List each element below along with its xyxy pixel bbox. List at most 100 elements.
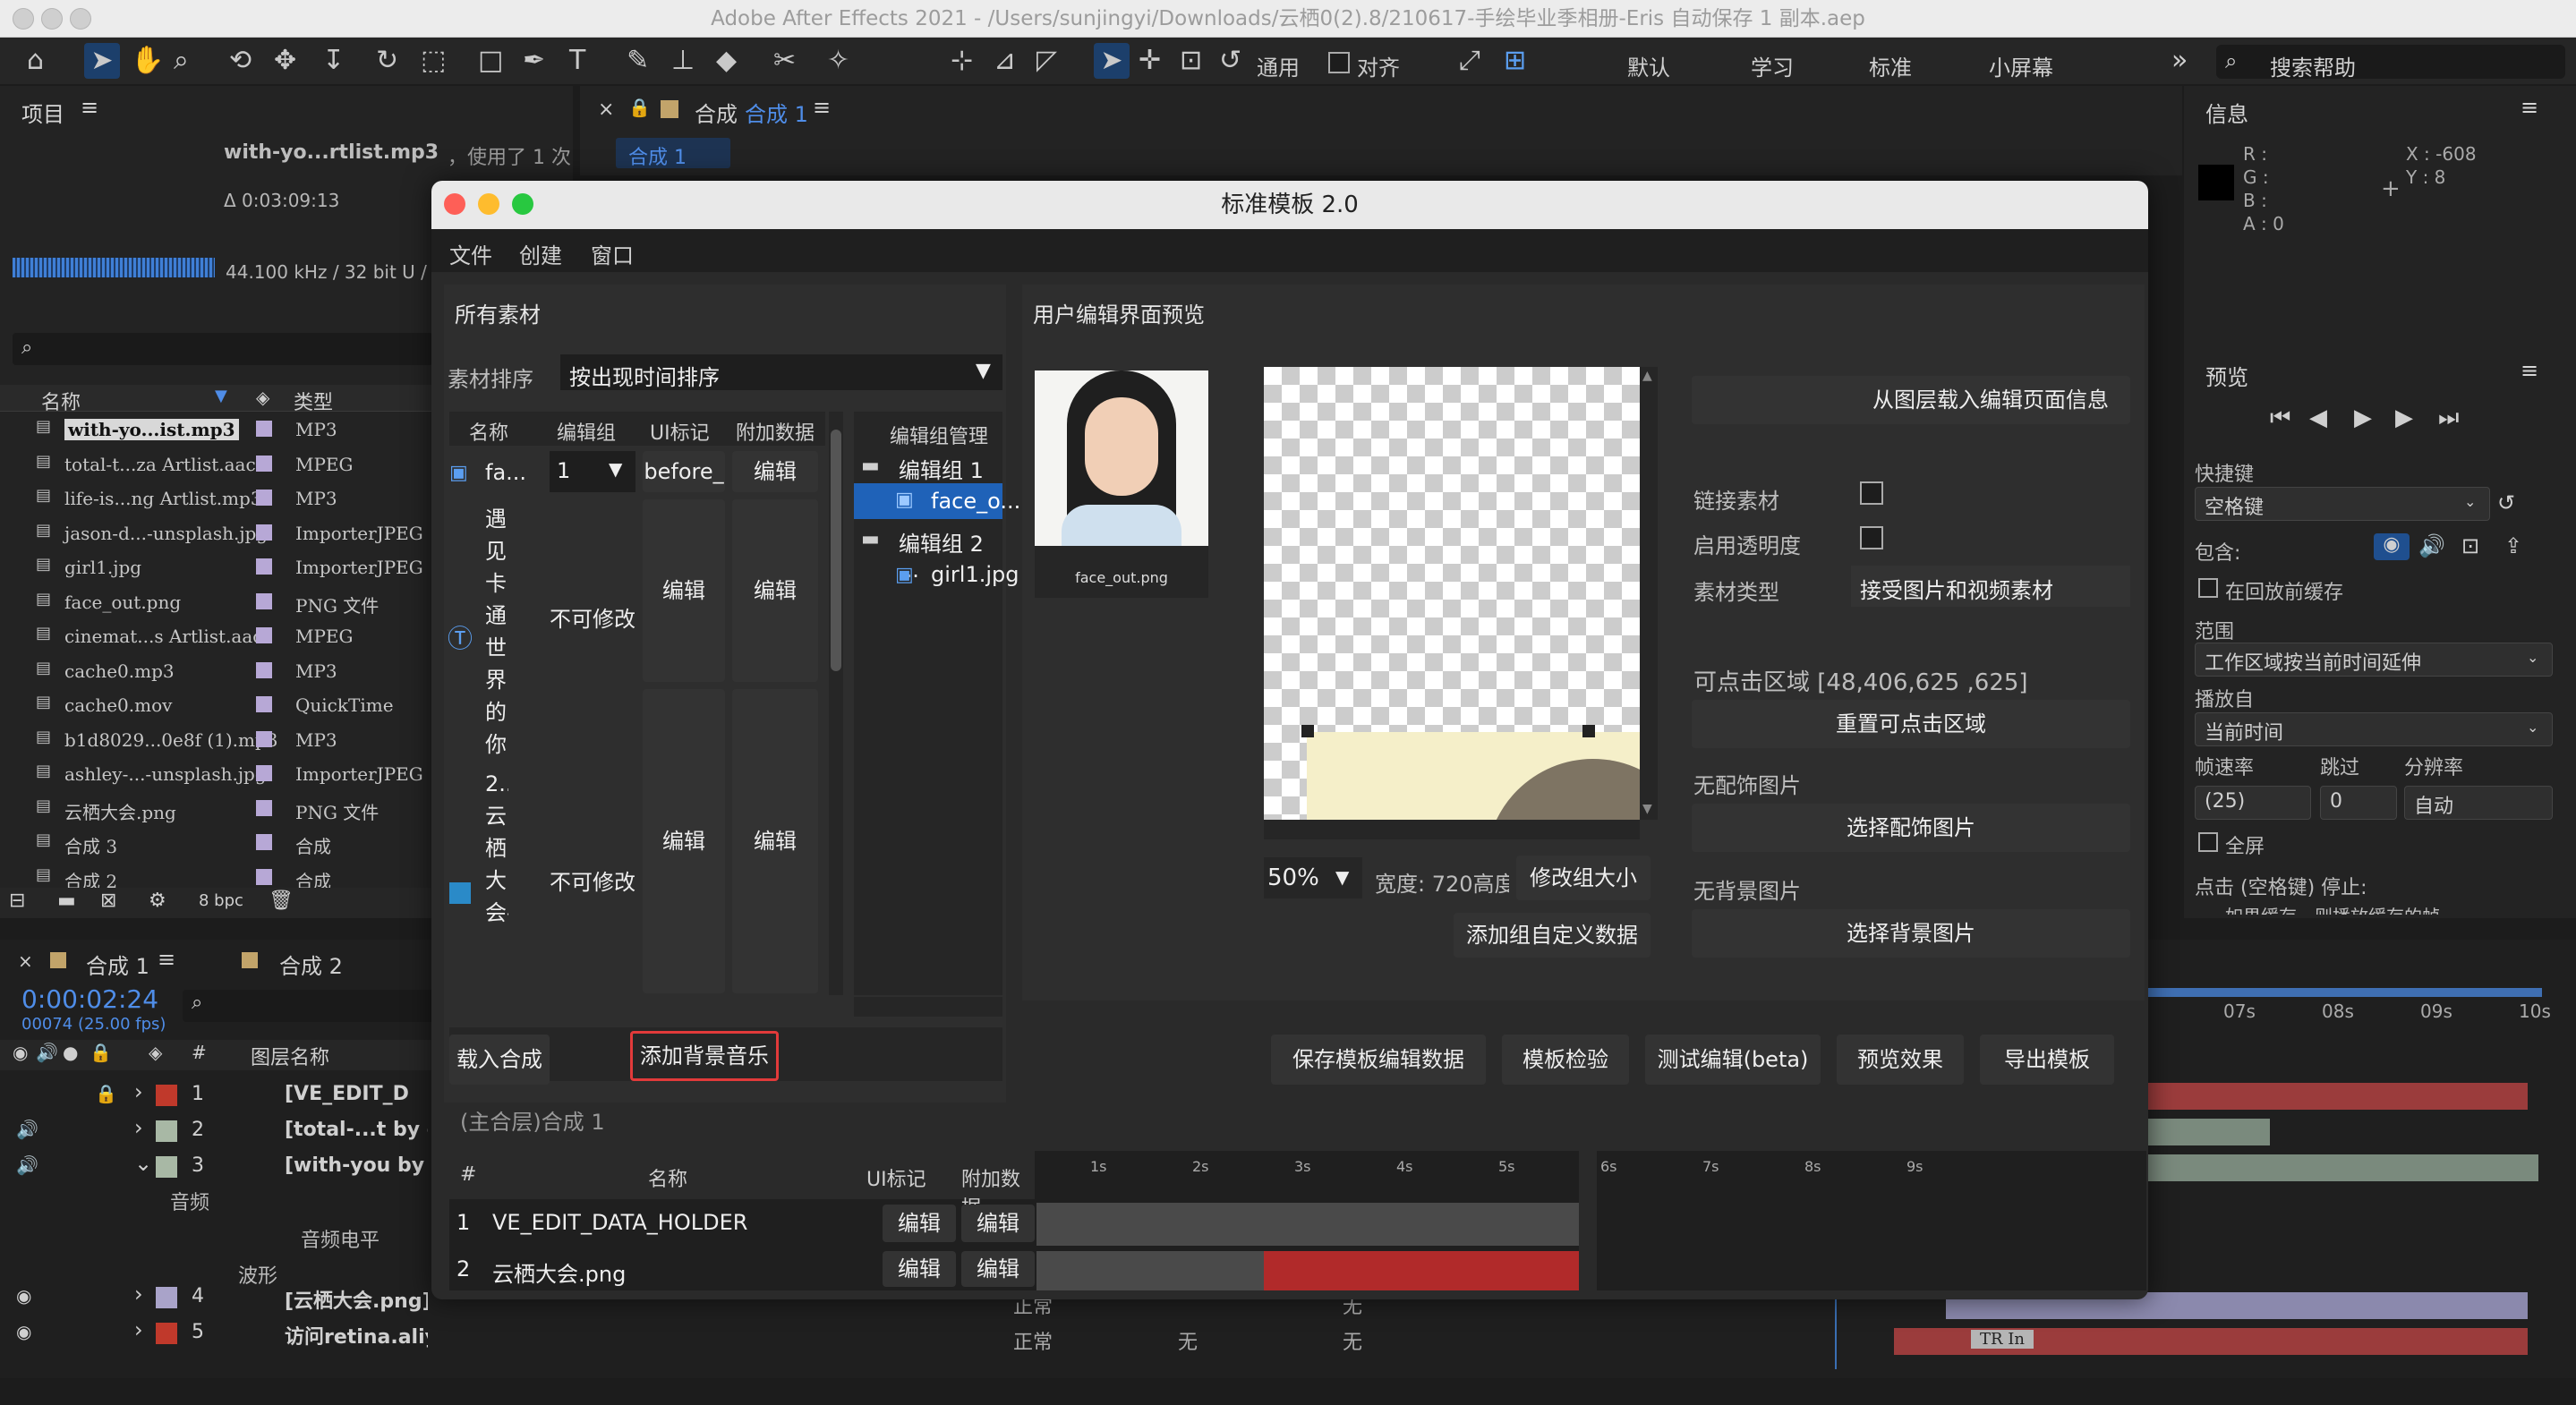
audio-icon[interactable]: 🔊: [16, 1119, 38, 1140]
rotate-tool-icon[interactable]: ↻: [376, 43, 398, 79]
layer-2-ui-button[interactable]: 编辑: [883, 1251, 956, 1287]
timeline-layer-row[interactable]: ◉ › 5 访问retina.aliyun.com获取: [0, 1317, 985, 1350]
assets-scroll-thumb[interactable]: [831, 430, 841, 671]
preview-effect-button[interactable]: 预览效果: [1837, 1035, 1964, 1085]
shortcut-select[interactable]: 空格键 ⌄: [2195, 487, 2490, 521]
label-color-swatch[interactable]: [156, 1287, 177, 1308]
label-color-swatch[interactable]: [156, 1323, 177, 1344]
bpc-label[interactable]: 8 bpc: [199, 891, 243, 910]
enable-alpha-checkbox[interactable]: [1860, 526, 1883, 549]
axis-view-icon[interactable]: ◸: [1036, 43, 1057, 79]
label-color-swatch[interactable]: [156, 1156, 177, 1178]
lock-icon[interactable]: 🔒: [628, 97, 651, 118]
save-data-button[interactable]: 保存模板编辑数据: [1271, 1035, 1486, 1085]
fullscreen-checkbox[interactable]: [2198, 832, 2218, 852]
comp-tab-name[interactable]: 合成 1: [745, 97, 808, 128]
chevron-right-icon[interactable]: ›: [134, 1282, 143, 1307]
comp-breadcrumb[interactable]: 合成 1: [616, 138, 730, 169]
label-color-swatch[interactable]: [256, 868, 272, 885]
range-select[interactable]: 工作区域按当前时间延伸 ⌄: [2195, 643, 2553, 677]
play-icon[interactable]: ▶: [2354, 404, 2372, 431]
last-frame-icon[interactable]: ⏭: [2438, 404, 2459, 432]
workspace-default[interactable]: 默认: [1627, 50, 1670, 81]
puppet-tool-icon[interactable]: ✧: [827, 43, 849, 79]
axis-world-icon[interactable]: ⊿: [994, 43, 1016, 79]
label-color-swatch[interactable]: [256, 490, 272, 506]
marker-tr-in[interactable]: TR In: [1971, 1330, 2034, 1349]
overlay-icon[interactable]: ⊡: [2461, 533, 2479, 558]
layer-1-track[interactable]: [1036, 1203, 1593, 1246]
layer-5-parent[interactable]: 无: [1343, 1326, 1362, 1355]
group-2-child[interactable]: girl1.jpg: [931, 562, 1019, 587]
scroll-up-icon[interactable]: ▲: [1642, 369, 1652, 383]
layer-1-ui-button[interactable]: 编辑: [883, 1205, 956, 1242]
layer-3-bar[interactable]: [2148, 1154, 2538, 1181]
layer-2-data-button[interactable]: 编辑: [961, 1251, 1035, 1287]
close-tab-icon[interactable]: ×: [18, 950, 33, 972]
snapping-icon[interactable]: ⊞: [1504, 43, 1526, 79]
reset-click-area-button[interactable]: 重置可点击区域: [1692, 700, 2130, 748]
handle-top-right[interactable]: [1582, 725, 1595, 737]
asset-row-3-ui[interactable]: 编辑: [643, 689, 725, 993]
canvas-hscroll[interactable]: [1264, 820, 1640, 839]
asset-row-2-data[interactable]: 编辑: [732, 499, 818, 682]
snap-move-icon[interactable]: ✛: [1139, 43, 1161, 79]
help-search-input[interactable]: 搜索帮助: [2270, 50, 2356, 81]
label-color-swatch[interactable]: [156, 1120, 177, 1142]
brush-tool-icon[interactable]: ✎: [627, 43, 649, 79]
fps-select[interactable]: (25): [2195, 786, 2311, 820]
layer-5-bar[interactable]: TR In: [1894, 1328, 2528, 1355]
layer-2-bar[interactable]: [2148, 1119, 2270, 1145]
panel-menu-icon[interactable]: ≡: [2521, 358, 2538, 383]
label-color-swatch[interactable]: [256, 627, 272, 643]
export-icon[interactable]: ⇪: [2504, 533, 2522, 558]
handle-top-left[interactable]: [1301, 725, 1314, 737]
label-color-swatch[interactable]: [156, 1085, 177, 1106]
change-size-button[interactable]: 修改组大小: [1516, 856, 1651, 900]
eraser-tool-icon[interactable]: ◆: [716, 43, 737, 79]
label-color-swatch[interactable]: [256, 834, 272, 850]
label-color-swatch[interactable]: [256, 592, 272, 609]
label-color-swatch[interactable]: [256, 421, 272, 437]
menu-file[interactable]: 文件: [449, 238, 492, 269]
expand-icon[interactable]: ⤢: [1459, 43, 1480, 79]
asset-row-1-name[interactable]: fa...: [485, 460, 526, 485]
test-edit-button[interactable]: 测试编辑(beta): [1645, 1035, 1821, 1085]
layer-5-trkmat[interactable]: 无: [1178, 1326, 1198, 1355]
text-tool-icon[interactable]: T: [569, 43, 585, 79]
add-background-music-button[interactable]: 添加背景音乐: [630, 1031, 779, 1081]
link-asset-checkbox[interactable]: [1860, 481, 1883, 505]
asset-row-1-data[interactable]: 编辑: [732, 451, 818, 492]
prev-frame-icon[interactable]: ◀: [2309, 404, 2327, 431]
choose-deco-button[interactable]: 选择配饰图片: [1692, 804, 2130, 852]
chevron-right-icon[interactable]: ›: [134, 1115, 143, 1140]
snap-select-icon[interactable]: ➤: [1094, 43, 1130, 79]
label-color-swatch[interactable]: [256, 730, 272, 747]
add-custom-data-button[interactable]: 添加组自定义数据: [1454, 913, 1651, 958]
help-search[interactable]: ⌕ 搜索帮助: [2216, 45, 2565, 81]
chevron-right-icon[interactable]: ›: [134, 1079, 143, 1104]
workspace-small[interactable]: 小屏幕: [1989, 50, 2053, 81]
layer-1-data-button[interactable]: 编辑: [961, 1205, 1035, 1242]
thumbnail-card[interactable]: face_out.png: [1035, 370, 1208, 598]
col-name[interactable]: 名称: [41, 387, 81, 415]
panel-menu-icon[interactable]: ≡: [813, 95, 831, 120]
video-icon[interactable]: ◉: [2374, 533, 2410, 560]
pen-tool-icon[interactable]: ✒: [523, 43, 545, 79]
workspace-learn[interactable]: 学习: [1751, 50, 1794, 81]
audio-icon[interactable]: 🔊: [2418, 533, 2445, 558]
anchor-tool-icon[interactable]: ⬚: [421, 43, 446, 79]
close-tab-icon[interactable]: ×: [598, 98, 614, 121]
eye-icon[interactable]: ◉: [16, 1321, 31, 1342]
check-template-button[interactable]: 模板检验: [1502, 1035, 1629, 1085]
panel-menu-icon[interactable]: ≡: [158, 947, 175, 972]
res-select[interactable]: 自动: [2404, 786, 2553, 820]
asset-row-2-name[interactable]: 遇见卡通世界的你: [485, 503, 508, 761]
asset-row-3-name[interactable]: 2...云栖大会-: [485, 768, 508, 992]
load-comp-button[interactable]: 载入合成: [449, 1035, 550, 1085]
reset-icon[interactable]: ↺: [2497, 490, 2515, 515]
zoom-tool-icon[interactable]: ⌕: [174, 43, 189, 79]
stamp-tool-icon[interactable]: ⊥: [671, 43, 695, 79]
canvas-preview[interactable]: [1264, 367, 1640, 820]
snap-scale-icon[interactable]: ⊡: [1180, 43, 1202, 79]
